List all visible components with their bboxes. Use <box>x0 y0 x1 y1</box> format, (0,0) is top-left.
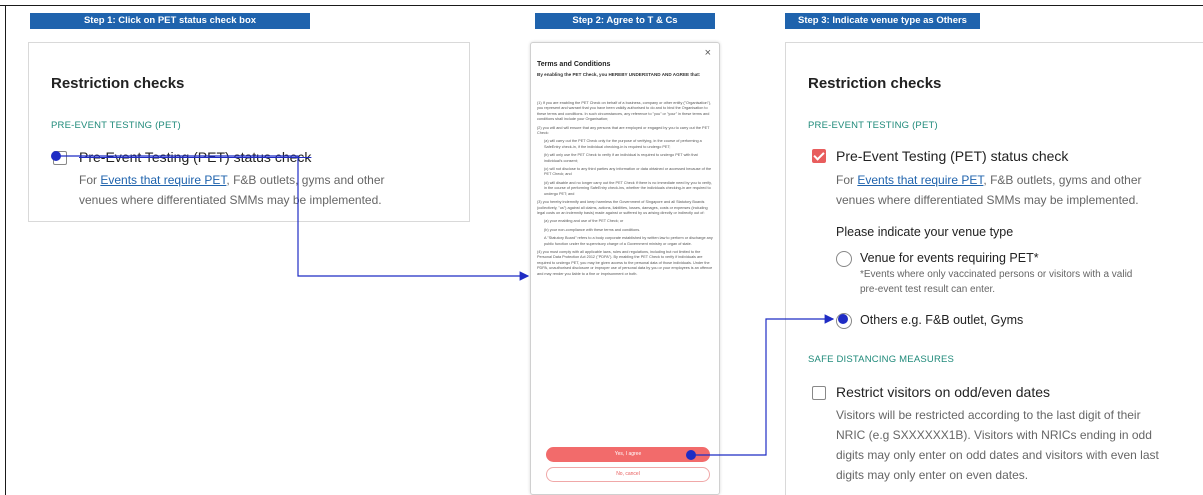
step-connector-arrows <box>56 155 835 456</box>
arrow-step1-to-step2 <box>56 155 530 281</box>
arrow-step2-to-step3 <box>691 314 835 456</box>
